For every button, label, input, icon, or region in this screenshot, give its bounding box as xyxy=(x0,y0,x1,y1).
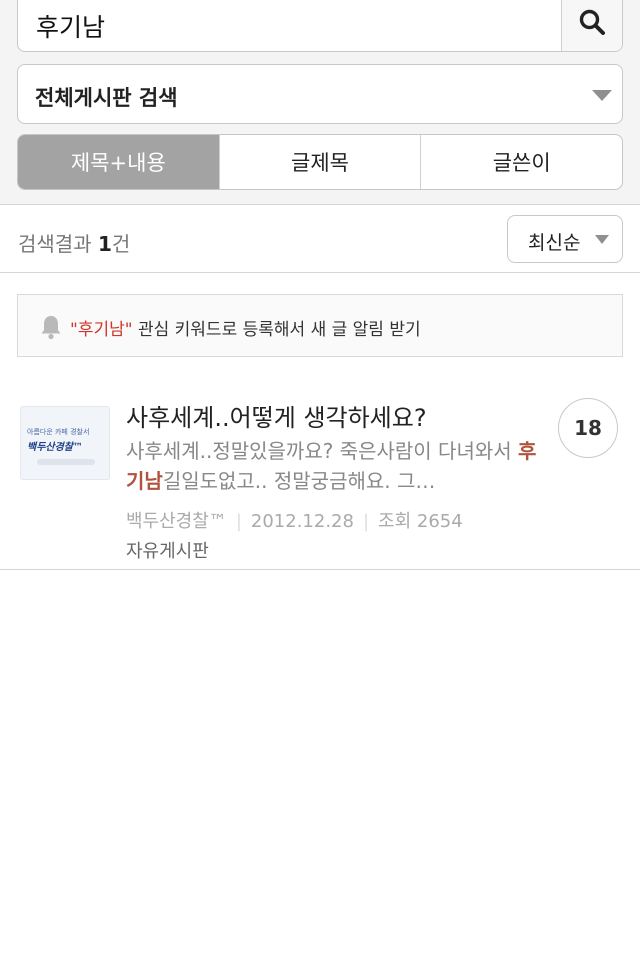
post-author: 백두산경찰™ xyxy=(126,511,227,532)
search-input[interactable] xyxy=(18,0,563,51)
snippet-before: 사후세계..정말있을까요? 죽은사람이 다녀와서 xyxy=(126,439,519,463)
board-select-label: 전체게시판 검색 xyxy=(35,86,178,110)
result-count-number: 1 xyxy=(97,232,112,256)
post-thumbnail: 아름다운 카페 경찰서 백두산경찰™ xyxy=(20,406,110,480)
post-snippet: 사후세계..정말있을까요? 죽은사람이 다녀와서 후기남길일도없고.. 정말궁금… xyxy=(126,436,546,496)
keyword-highlight: "후기남" xyxy=(70,320,133,340)
tab-author[interactable]: 글쓴이 xyxy=(421,135,622,189)
post-date: 2012.12.28 xyxy=(250,511,354,532)
chevron-down-icon xyxy=(595,235,609,244)
search-header: 전체게시판 검색 제목+내용 글제목 글쓴이 xyxy=(0,0,640,205)
board-select[interactable]: 전체게시판 검색 xyxy=(17,64,623,124)
result-count: 검색결과 1건 xyxy=(18,228,130,257)
snippet-after: 길일도없고.. 정말궁금해요. 그… xyxy=(162,469,436,493)
chevron-down-icon xyxy=(592,90,612,101)
thumbnail-caption: 아름다운 카페 경찰서 xyxy=(27,428,90,436)
result-count-prefix: 검색결과 xyxy=(18,232,98,256)
tab-title-content[interactable]: 제목+내용 xyxy=(18,135,220,189)
search-box xyxy=(17,0,623,52)
search-button[interactable] xyxy=(561,0,622,51)
sort-label: 최신순 xyxy=(528,232,581,254)
thumbnail-bar xyxy=(37,459,95,465)
meta-divider: | xyxy=(362,511,370,532)
thumbnail-title: 백두산경찰™ xyxy=(27,442,83,453)
post-title[interactable]: 사후세계..어떻게 생각하세요? xyxy=(126,398,427,433)
bell-icon xyxy=(41,316,61,340)
comment-count-badge[interactable]: 18 xyxy=(558,398,618,458)
keyword-alert-message: 관심 키워드로 등록해서 새 글 알림 받기 xyxy=(132,320,421,340)
keyword-alert-text: "후기남" 관심 키워드로 등록해서 새 글 알림 받기 xyxy=(70,315,421,340)
search-scope-tabs: 제목+내용 글제목 글쓴이 xyxy=(17,134,623,190)
sort-dropdown[interactable]: 최신순 xyxy=(507,215,623,263)
search-icon xyxy=(579,9,605,35)
meta-divider: | xyxy=(235,511,242,532)
result-count-suffix: 건 xyxy=(111,232,131,256)
tab-title[interactable]: 글제목 xyxy=(220,135,422,189)
post-board: 자유게시판 xyxy=(126,541,209,562)
post-meta: 백두산경찰™ | 2012.12.28 | 조회 2654 xyxy=(126,507,463,533)
list-item[interactable]: 아름다운 카페 경찰서 백두산경찰™ 사후세계..어떻게 생각하세요? 사후세계… xyxy=(0,380,640,570)
post-views: 조회 2654 xyxy=(378,511,463,532)
keyword-alert-banner[interactable]: "후기남" 관심 키워드로 등록해서 새 글 알림 받기 xyxy=(17,294,623,357)
